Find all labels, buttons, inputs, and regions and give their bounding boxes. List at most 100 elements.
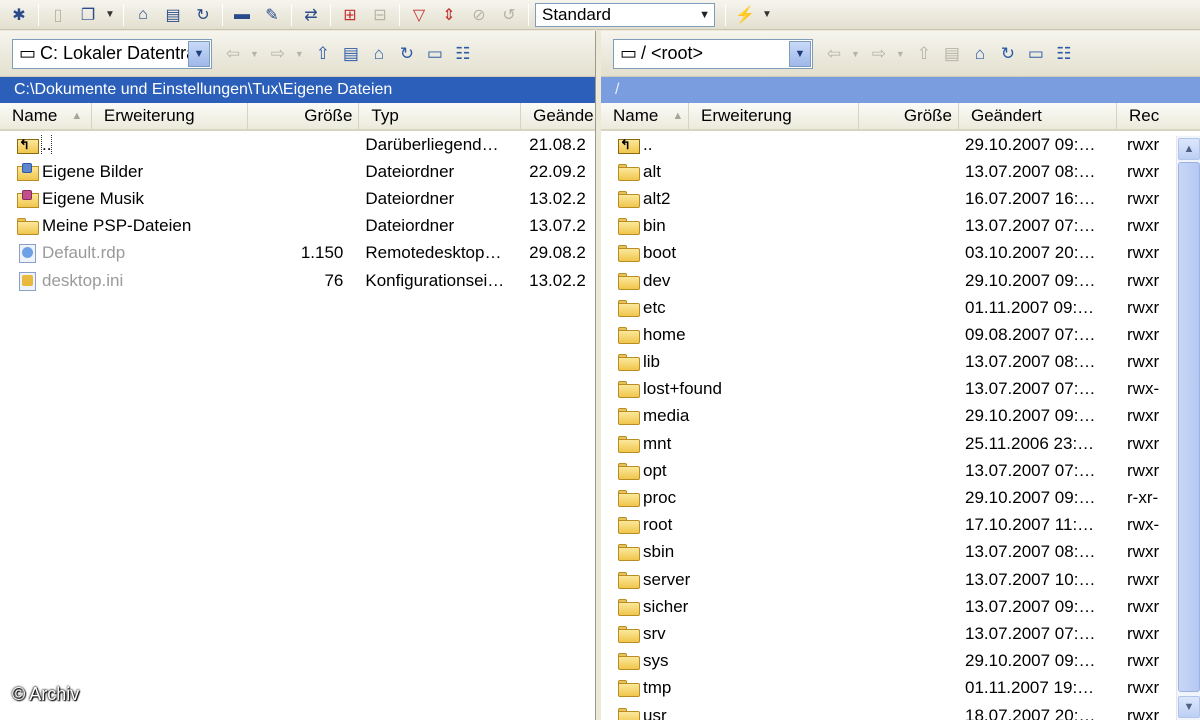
file-row[interactable]: Default.rdp 1.150 Remotedesktop… 29.08.2 — [0, 240, 595, 267]
file-row[interactable]: desktop.ini 76 Konfigurationsei… 13.02.2 — [0, 267, 595, 294]
chevron-down-icon[interactable]: ▼ — [851, 49, 860, 59]
column-header-size[interactable]: Größe — [859, 103, 959, 129]
chevron-down-icon[interactable]: ▼ — [105, 9, 115, 20]
modified-cell: 29.10.2007 09:… — [965, 651, 1096, 671]
column-header-size[interactable]: Größe — [248, 103, 360, 129]
chevron-down-icon[interactable]: ▼ — [896, 49, 905, 59]
column-header-name[interactable]: Name ▲ — [0, 103, 92, 129]
name-cell: ↰.. — [0, 134, 248, 155]
root-folder-icon[interactable]: ▤ — [941, 42, 963, 66]
select-all-icon[interactable]: ⊞ — [337, 3, 363, 27]
open-folder-icon[interactable]: ▭ — [1025, 42, 1047, 66]
file-row[interactable]: alt 13.07.2007 08:… rwxr — [601, 158, 1200, 185]
column-header-extension[interactable]: Erweiterung — [689, 103, 859, 129]
file-row[interactable]: dev 29.10.2007 09:… rwxr — [601, 267, 1200, 294]
file-row[interactable]: Eigene Bilder Dateiordner 22.09.2 — [0, 158, 595, 185]
file-row[interactable]: ↰.. 29.10.2007 09:… rwxr — [601, 131, 1200, 158]
ftp-icon[interactable]: ▯ — [45, 3, 71, 27]
attributes-cell: rwxr — [1127, 352, 1160, 372]
file-row[interactable]: bin 13.07.2007 07:… rwxr — [601, 213, 1200, 240]
column-header-modified[interactable]: Geände — [521, 103, 595, 129]
parent-folder-icon[interactable]: ⇧ — [312, 42, 334, 66]
unpack-icon[interactable]: ▤ — [160, 3, 186, 27]
lightning-icon[interactable]: ⚡ — [732, 3, 758, 27]
column-header-extension[interactable]: Erweiterung — [92, 103, 248, 129]
column-label: Typ — [371, 106, 399, 125]
file-row[interactable]: mnt 25.11.2006 23:… rwxr — [601, 430, 1200, 457]
file-row[interactable]: proc 29.10.2007 09:… r-xr- — [601, 484, 1200, 511]
column-header-modified[interactable]: Geändert — [959, 103, 1117, 129]
parent-folder-icon[interactable]: ⇧ — [913, 42, 935, 66]
column-label: Name — [613, 106, 659, 125]
file-row[interactable]: srv 13.07.2007 07:… rwxr — [601, 620, 1200, 647]
sync-icon[interactable]: ⇄ — [298, 3, 324, 27]
column-header-attributes[interactable]: Rec — [1117, 103, 1177, 129]
left-drive-select[interactable]: ▭ C: Lokaler Datenträger ▼ — [12, 38, 212, 69]
swap-icon[interactable]: ⇕ — [436, 3, 462, 27]
tree-view-icon[interactable]: ☷ — [452, 42, 474, 66]
chevron-down-icon[interactable]: ▼ — [188, 40, 210, 67]
attributes-cell: rwxr — [1127, 433, 1160, 453]
deselect-icon[interactable]: ⊟ — [367, 3, 393, 27]
file-name: dev — [643, 270, 671, 290]
chevron-down-icon[interactable]: ▼ — [295, 49, 304, 59]
size-cell: 76 — [324, 270, 344, 290]
column-header-type[interactable]: Typ — [359, 103, 522, 129]
column-label: Erweiterung — [103, 106, 195, 125]
file-row[interactable]: etc 01.11.2007 09:… rwxr — [601, 294, 1200, 321]
file-row[interactable]: lib 13.07.2007 08:… rwxr — [601, 349, 1200, 376]
cancel-icon[interactable]: ⊘ — [466, 3, 492, 27]
file-row[interactable]: server 13.07.2007 10:… rwxr — [601, 566, 1200, 593]
file-row[interactable]: boot 03.10.2007 20:… rwxr — [601, 240, 1200, 267]
left-nav-bar: ▭ C: Lokaler Datenträger ▼ ⇦ ▼ ⇨ ▼ ⇧ ▤ ⌂… — [0, 31, 595, 77]
file-row[interactable]: home 09.08.2007 07:… rwxr — [601, 321, 1200, 348]
right-drive-select[interactable]: ▭ / <root> ▼ — [613, 38, 813, 69]
share-icon[interactable]: ⌂ — [130, 3, 156, 27]
file-row[interactable]: sicher 13.07.2007 09:… rwxr — [601, 593, 1200, 620]
hex-view-icon[interactable]: ▬ — [229, 3, 255, 27]
file-row[interactable]: tmp 01.11.2007 19:… rwxr — [601, 675, 1200, 702]
column-label: Geände — [533, 106, 594, 125]
scrollbar-thumb[interactable] — [1178, 162, 1200, 692]
refresh-icon[interactable]: ↻ — [396, 42, 418, 66]
file-row[interactable]: lost+found 13.07.2007 07:… rwx- — [601, 376, 1200, 403]
open-folder-icon[interactable]: ▭ — [424, 42, 446, 66]
file-row[interactable]: media 29.10.2007 09:… rwxr — [601, 403, 1200, 430]
home-icon[interactable]: ⌂ — [969, 42, 991, 66]
file-row[interactable]: Meine PSP-Dateien Dateiordner 13.07.2 — [0, 213, 595, 240]
root-folder-icon[interactable]: ▤ — [340, 42, 362, 66]
vertical-scrollbar[interactable]: ▲ ▼ — [1176, 136, 1200, 720]
chevron-down-icon[interactable]: ▼ — [789, 40, 811, 67]
back-arrow-icon[interactable]: ⇦ — [823, 42, 845, 66]
chevron-down-icon[interactable]: ▼ — [762, 9, 772, 20]
chevron-down-icon[interactable]: ▼ — [250, 49, 259, 59]
scroll-up-icon[interactable]: ▲ — [1178, 138, 1200, 160]
file-row[interactable]: sys 29.10.2007 09:… rwxr — [601, 648, 1200, 675]
file-row[interactable]: root 17.10.2007 11:… rwx- — [601, 512, 1200, 539]
file-row[interactable]: opt 13.07.2007 07:… rwxr — [601, 457, 1200, 484]
file-row[interactable]: alt2 16.07.2007 16:… rwxr — [601, 185, 1200, 212]
type-cell: Remotedesktop… — [365, 243, 502, 263]
home-icon[interactable]: ⌂ — [368, 42, 390, 66]
file-row[interactable]: usr 18.07.2007 20:… rwxr — [601, 702, 1200, 720]
gear-icon[interactable]: ✱ — [6, 3, 32, 27]
name-cell: bin — [601, 216, 959, 236]
folder-icon — [617, 461, 641, 481]
view-mode-select[interactable]: Standard ▼ — [535, 2, 715, 27]
view-mode-value: Standard — [542, 4, 611, 24]
undo-icon[interactable]: ↺ — [496, 3, 522, 27]
forward-arrow-icon[interactable]: ⇨ — [868, 42, 890, 66]
column-header-name[interactable]: Name ▲ — [601, 103, 689, 129]
filter-icon[interactable]: ▽ — [406, 3, 432, 27]
file-row[interactable]: ↰.. Darüberliegend… 21.08.2 — [0, 131, 595, 158]
copy-names-icon[interactable]: ❐ — [75, 3, 101, 27]
back-arrow-icon[interactable]: ⇦ — [222, 42, 244, 66]
refresh-icon[interactable]: ↻ — [997, 42, 1019, 66]
scroll-down-icon[interactable]: ▼ — [1178, 696, 1200, 718]
edit-icon[interactable]: ✎ — [259, 3, 285, 27]
file-row[interactable]: Eigene Musik Dateiordner 13.02.2 — [0, 185, 595, 212]
file-row[interactable]: sbin 13.07.2007 08:… rwxr — [601, 539, 1200, 566]
tree-view-icon[interactable]: ☷ — [1053, 42, 1075, 66]
forward-arrow-icon[interactable]: ⇨ — [267, 42, 289, 66]
refresh-icon[interactable]: ↻ — [190, 3, 216, 27]
